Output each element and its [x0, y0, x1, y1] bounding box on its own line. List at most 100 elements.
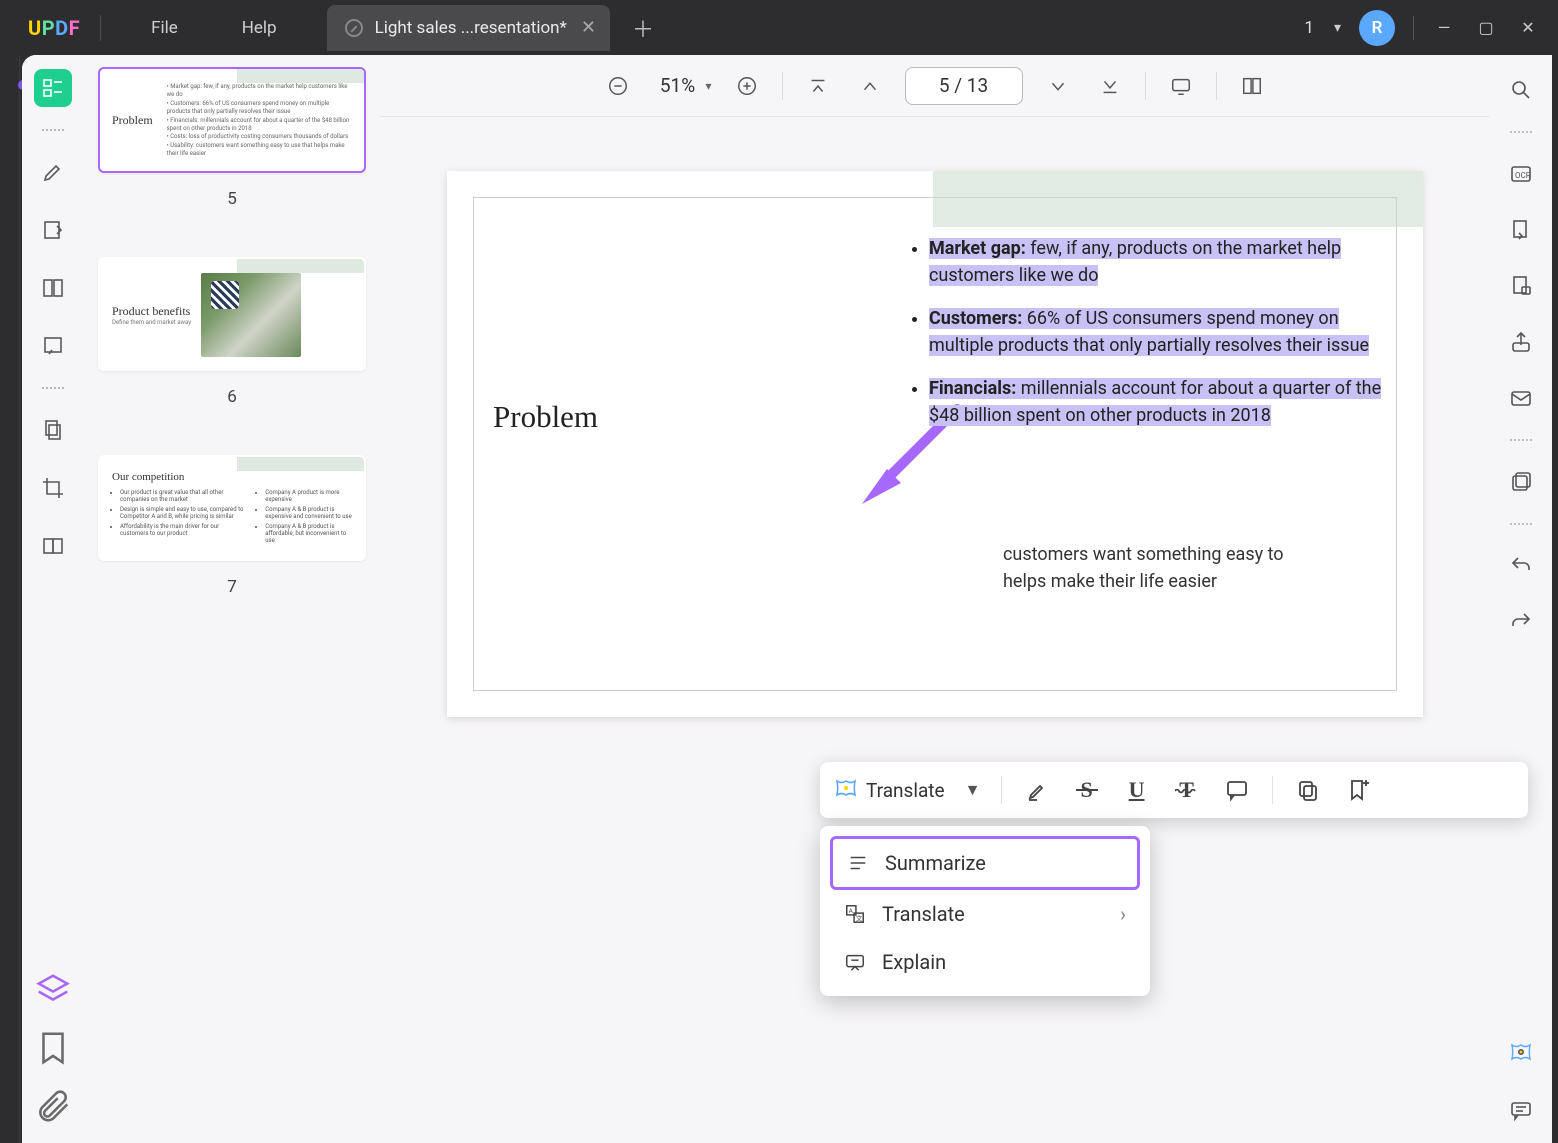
- bullet-customers[interactable]: Customers: 66% of US consumers spend mon…: [929, 305, 1393, 359]
- comment-icon[interactable]: [1506, 1095, 1536, 1125]
- rail-separator: [1510, 439, 1532, 441]
- ai-translate-item[interactable]: A文 Translate ›: [830, 890, 1140, 938]
- organize-pages-icon[interactable]: [34, 411, 72, 449]
- redo-icon[interactable]: [1506, 607, 1536, 637]
- window-close[interactable]: ✕: [1516, 16, 1540, 40]
- presentation-icon[interactable]: [1164, 69, 1198, 103]
- doc-unsaved-icon: [345, 19, 363, 37]
- view-toolbar: 51% ▾ 5 / 13: [380, 55, 1490, 117]
- new-tab-button[interactable]: ＋: [632, 12, 654, 44]
- form-icon[interactable]: [34, 327, 72, 365]
- selection-toolbar: Translate ▼ S U T: [820, 762, 1528, 818]
- zoom-in-button[interactable]: [730, 69, 764, 103]
- thumbnail-page-6[interactable]: Product benefits Define them and market …: [98, 257, 366, 371]
- convert-icon[interactable]: [1506, 215, 1536, 245]
- crop-icon[interactable]: [34, 469, 72, 507]
- ocr-icon[interactable]: OCR: [1506, 159, 1536, 189]
- thumbnail-page-7[interactable]: Our competition Our product is great val…: [98, 455, 366, 561]
- thumb-page-number: 6: [98, 387, 366, 407]
- zoom-dropdown[interactable]: ▾: [705, 79, 711, 93]
- highlighter-icon[interactable]: [34, 153, 72, 191]
- ai-item-label: Explain: [882, 950, 946, 974]
- ai-actions-menu: Summarize A文 Translate › Explain: [820, 826, 1150, 996]
- rail-separator: [42, 387, 64, 389]
- reader-icon[interactable]: [34, 269, 72, 307]
- thumb-title: Product benefits: [112, 304, 191, 319]
- rail-separator: [1510, 131, 1532, 133]
- protect-icon[interactable]: [1506, 271, 1536, 301]
- document-tab[interactable]: Light sales ...resentation* ✕: [327, 5, 610, 51]
- highlight-icon[interactable]: [1016, 769, 1058, 811]
- window-minimize[interactable]: —: [1432, 16, 1456, 40]
- copy-icon[interactable]: [1287, 769, 1329, 811]
- window-maximize[interactable]: ▢: [1474, 16, 1498, 40]
- search-icon[interactable]: [1506, 75, 1536, 105]
- ai-dropdown-toggle[interactable]: ▼: [959, 776, 987, 804]
- page-indicator[interactable]: 5 / 13: [905, 67, 1023, 105]
- tab-title: Light sales ...resentation*: [375, 18, 567, 38]
- thumb-page-number: 7: [98, 577, 366, 597]
- divider: [782, 72, 783, 100]
- ai-translate-button[interactable]: Translate: [866, 779, 945, 802]
- zoom-out-button[interactable]: [601, 69, 635, 103]
- thumb-col-right: Company A product is more expensiveCompa…: [265, 489, 352, 547]
- bookmark-icon[interactable]: [34, 1029, 72, 1067]
- rail-separator: [1510, 523, 1532, 525]
- ai-explain-item[interactable]: Explain: [830, 938, 1140, 986]
- right-tool-rail: OCR: [1490, 55, 1552, 1143]
- svg-text:文: 文: [856, 913, 863, 922]
- ai-item-label: Translate: [882, 902, 965, 926]
- undo-icon[interactable]: [1506, 551, 1536, 581]
- slide-accent: [237, 259, 364, 273]
- user-avatar[interactable]: R: [1359, 10, 1395, 46]
- share-icon[interactable]: [1506, 327, 1536, 357]
- edit-text-icon[interactable]: [34, 211, 72, 249]
- page-layout-icon[interactable]: [1235, 69, 1269, 103]
- titlebar: UPDF File Help Light sales ...resentatio…: [0, 0, 1558, 55]
- chevron-right-icon: ›: [1120, 902, 1126, 926]
- menu-help[interactable]: Help: [242, 18, 277, 38]
- compare-icon[interactable]: [34, 527, 72, 565]
- attachment-icon[interactable]: [34, 1087, 72, 1125]
- divider: [1001, 776, 1002, 804]
- bullet-usability[interactable]: customers want something easy tohelps ma…: [1003, 541, 1393, 595]
- ai-summarize-item[interactable]: Summarize: [830, 836, 1140, 890]
- chevron-down-icon[interactable]: ▾: [1334, 20, 1341, 36]
- slide-accent: [237, 457, 364, 471]
- bookmark-add-icon[interactable]: [1337, 769, 1379, 811]
- slide-bullets: Market gap: few, if any, products on the…: [907, 235, 1393, 611]
- zoom-value: 51%: [653, 74, 701, 97]
- divider: [1272, 776, 1273, 804]
- bullet-financials[interactable]: Financials: millennials account for abou…: [929, 375, 1393, 429]
- ai-item-label: Summarize: [885, 851, 986, 875]
- bullet-market-gap[interactable]: Market gap: few, if any, products on the…: [929, 235, 1393, 289]
- divider: [100, 15, 101, 41]
- underline-icon[interactable]: U: [1116, 769, 1158, 811]
- first-page-button[interactable]: [801, 69, 835, 103]
- batch-icon[interactable]: [1506, 467, 1536, 497]
- strikethrough-icon[interactable]: S: [1066, 769, 1108, 811]
- left-tool-rail: [22, 55, 84, 1143]
- close-icon[interactable]: ✕: [581, 17, 596, 38]
- window-left-edge: [0, 55, 20, 1143]
- thumbnails-icon[interactable]: [34, 69, 72, 107]
- updf-ai-icon: [834, 778, 858, 802]
- thumb-title: Our competition: [112, 471, 352, 483]
- menu-file[interactable]: File: [151, 18, 178, 38]
- svg-text:OCR: OCR: [1515, 171, 1531, 180]
- thumbnails-panel[interactable]: Problem Market gap: few, if any, product…: [84, 55, 380, 1143]
- thumb-bullets: Market gap: few, if any, products on the…: [167, 83, 352, 159]
- email-icon[interactable]: [1506, 383, 1536, 413]
- prev-page-button[interactable]: [853, 69, 887, 103]
- next-page-button[interactable]: [1041, 69, 1075, 103]
- last-page-button[interactable]: [1093, 69, 1127, 103]
- window-count[interactable]: 1: [1304, 18, 1314, 38]
- comment-icon[interactable]: [1216, 769, 1258, 811]
- updf-ai-icon[interactable]: [1506, 1039, 1536, 1069]
- thumbnail-page-5[interactable]: Problem Market gap: few, if any, product…: [98, 67, 366, 173]
- layers-icon[interactable]: [34, 971, 72, 1009]
- squiggly-icon[interactable]: T: [1166, 769, 1208, 811]
- slide-page[interactable]: Problem Market gap: few, if any, product…: [447, 171, 1423, 717]
- thumb-page-number: 5: [98, 189, 366, 209]
- thumb-subtitle: Define them and market away: [112, 319, 191, 326]
